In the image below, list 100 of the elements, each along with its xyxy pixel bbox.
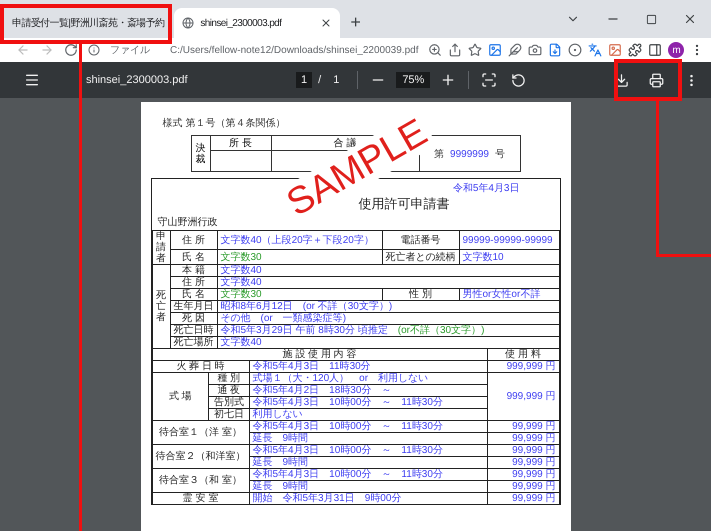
number-suffix: 号 xyxy=(494,148,505,160)
page-total: 1 xyxy=(333,74,340,86)
form-label: 初七日 xyxy=(208,408,249,420)
form-value: 令和5年4月3日 11時30分 xyxy=(249,360,487,372)
form-label: 種 別 xyxy=(208,372,249,384)
form-value: 99999-99999-99999 xyxy=(459,230,559,250)
addressee: 守山野洲行政 xyxy=(158,216,218,229)
file-name: shinsei_2300003.pdf xyxy=(86,74,189,86)
forward-icon[interactable] xyxy=(40,43,54,57)
form-label: 霊 安 室 xyxy=(152,492,249,504)
form-label: 通 夜 xyxy=(208,384,249,396)
translate-icon[interactable] xyxy=(588,43,602,57)
fee-value: 99,999 円 xyxy=(487,444,559,456)
form-value: 令和5年4月3日 10時00分 ～ 11時30分 xyxy=(249,396,487,408)
fee-value: 99,999 円 xyxy=(487,468,559,480)
fit-page-icon[interactable] xyxy=(481,72,498,88)
form-label: 生年月日 xyxy=(170,300,217,312)
form-label: 電話番号 xyxy=(382,230,459,250)
form-value: 文字数10 xyxy=(459,250,559,264)
form-label: 死亡日時 xyxy=(170,324,217,336)
zoom-icon[interactable] xyxy=(428,43,442,57)
image-icon[interactable] xyxy=(608,43,622,57)
form-label: 火 葬 日 時 xyxy=(152,360,249,372)
share-icon[interactable] xyxy=(448,43,462,57)
close-icon[interactable] xyxy=(683,12,697,26)
address-field[interactable]: C:/Users/fellow-note12/Downloads/shinsei_2200039.pdf xyxy=(170,44,418,56)
maximize-icon[interactable] xyxy=(646,12,657,26)
star-icon[interactable] xyxy=(468,43,482,57)
circle-icon[interactable] xyxy=(568,43,582,57)
feather-icon[interactable] xyxy=(508,43,522,57)
close-icon[interactable] xyxy=(320,17,332,29)
form-value: 延長 9時間 xyxy=(249,432,487,444)
fee-value: 99,999 円 xyxy=(487,420,559,432)
form-value: 昭和8年6月12日 (or 不詳（30文字）) xyxy=(217,300,559,312)
fee-value: 999,999 円 xyxy=(487,372,559,420)
form-value: 文字数30 xyxy=(217,250,382,264)
browser-tab[interactable]: 申請受付一覧|野洲川斎苑・斎場予約 xyxy=(4,8,172,38)
form-value: 令和5年4月3日 10時00分 ～ 11時30分 xyxy=(249,468,487,480)
form-value: 開始 令和5年3月31日 9時00分 xyxy=(249,492,487,504)
application-number: 9999999 xyxy=(450,148,489,160)
application-date: 令和5年4月3日 xyxy=(452,182,520,195)
form-value: 男性or女性or不詳 xyxy=(459,288,559,300)
form-value: 利用しない xyxy=(249,408,487,420)
form-value: 令和5年3月29日 午前 8時30分 頃推定 xyxy=(220,325,388,336)
approval-label: 決裁 xyxy=(191,136,210,172)
new-tab-button[interactable]: + xyxy=(350,12,361,33)
highlight-frame xyxy=(614,59,682,101)
section-label: 申請者 xyxy=(152,230,170,264)
form-label: 氏 名 xyxy=(170,250,217,264)
form-label: 告別式 xyxy=(208,396,249,408)
fee-value: 99,999 円 xyxy=(487,432,559,444)
form-value: 文字数40（上段20字＋下段20字） xyxy=(217,230,382,250)
print-icon[interactable] xyxy=(649,72,664,88)
side-panel-icon[interactable] xyxy=(648,43,662,57)
zoom-field[interactable]: 75% xyxy=(396,72,430,88)
form-label: 待合室２（和洋室） xyxy=(152,444,249,468)
section-label: 死亡者 xyxy=(152,264,170,348)
form-label: 氏 名 xyxy=(170,288,217,300)
info-icon[interactable] xyxy=(88,44,100,56)
scheme-label: ファイル xyxy=(110,44,150,57)
puzzle-icon[interactable] xyxy=(628,43,642,57)
form-label: 待合室３（和 室） xyxy=(152,468,249,492)
form-value: 延長 9時間 xyxy=(249,480,487,492)
camera-icon[interactable] xyxy=(528,43,542,57)
form-value: 延長 9時間 xyxy=(249,456,487,468)
column-heading: 使 用 料 xyxy=(487,348,559,360)
form-value: 文字数40 xyxy=(217,276,559,288)
reload-icon[interactable] xyxy=(64,43,78,57)
form-value: 令和5年4月2日 18時30分 ～ xyxy=(249,384,487,396)
form-label: 式 場 xyxy=(152,372,209,420)
form-value: 令和5年4月3日 10時00分 ～ 11時30分 xyxy=(249,420,487,432)
form-label: 待合室１（洋 室） xyxy=(152,420,249,444)
form-label: 死亡者との続柄 xyxy=(382,250,459,264)
form-value: (or不詳（30文字）) xyxy=(398,325,484,336)
profile-avatar[interactable]: m xyxy=(668,42,684,58)
page-field[interactable]: 1 xyxy=(296,72,312,88)
form-value: 令和5年4月3日 10時00分 ～ 11時30分 xyxy=(249,444,487,456)
browser-tab[interactable]: shinsei_2300003.pdf xyxy=(174,8,340,38)
form-label: 住 所 xyxy=(170,230,217,250)
menu-icon[interactable] xyxy=(24,72,40,88)
form-label: 住 所 xyxy=(170,276,217,288)
back-icon[interactable] xyxy=(16,43,30,57)
rotate-icon[interactable] xyxy=(511,72,526,88)
globe-icon xyxy=(182,17,194,29)
form-value: 文字数30 xyxy=(217,288,382,300)
number-prefix: 第 xyxy=(434,148,444,160)
fee-value: 99,999 円 xyxy=(487,480,559,492)
fee-value: 99,999 円 xyxy=(487,492,559,504)
form-value: その他 (or 一類感染症等) xyxy=(217,312,559,324)
column-heading: 施 設 使 用 内 容 xyxy=(152,348,487,360)
page-separator: / xyxy=(318,74,322,86)
image-icon[interactable] xyxy=(488,43,502,57)
form-value: 文字数40 xyxy=(217,264,559,276)
approval-heading: 所 長 xyxy=(210,136,271,150)
form-label: 本 籍 xyxy=(170,264,217,276)
form-label: 死 因 xyxy=(170,312,217,324)
fee-value: 999,999 円 xyxy=(487,360,559,372)
form-label: 性 別 xyxy=(382,288,459,300)
form-value: 式場１（大・120人） or 利用しない xyxy=(249,372,487,384)
fee-value: 99,999 円 xyxy=(487,456,559,468)
